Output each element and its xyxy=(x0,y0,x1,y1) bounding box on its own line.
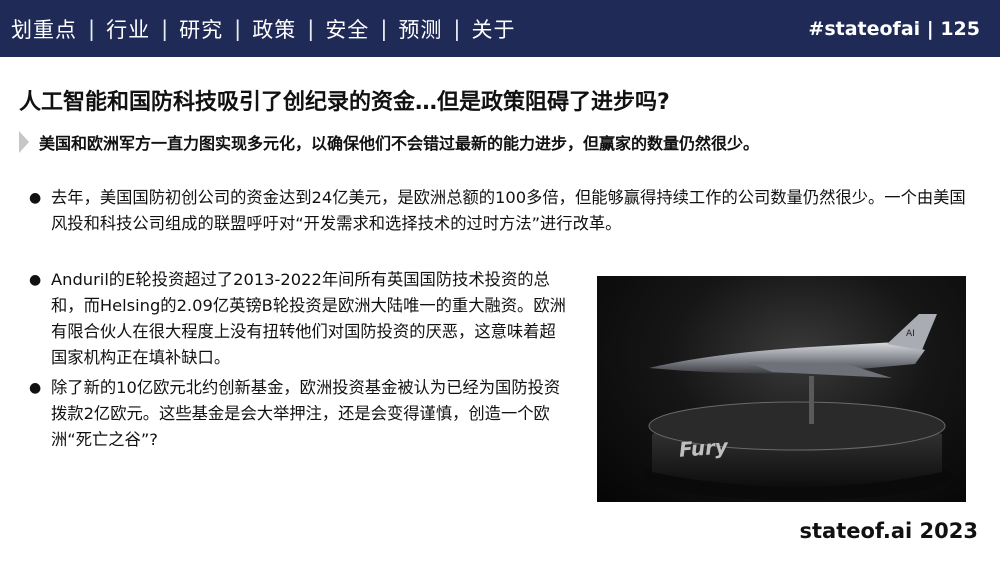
slide-subtitle: 美国和欧洲军方一直力图实现多元化，以确保他们不会错过最新的能力进步，但赢家的数量… xyxy=(39,134,760,153)
pedestal-caption: Fury xyxy=(678,434,729,462)
stand-pole xyxy=(809,376,814,424)
nav-item-policy[interactable]: 政策 xyxy=(252,14,296,44)
nav-separator: | xyxy=(88,16,96,41)
nav-item-industry[interactable]: 行业 xyxy=(106,14,150,44)
top-navigation-bar: 划重点 | 行业 | 研究 | 政策 | 安全 | 预测 | 关于 #state… xyxy=(0,0,1000,57)
bullet-dot-icon: ● xyxy=(29,380,42,396)
bullet-text: 除了新的10亿欧元北约创新基金，欧洲投资基金被认为已经为国防投资拨款2亿欧元。这… xyxy=(51,378,561,449)
bullet-paragraph: ● 去年，美国国防初创公司的资金达到24亿美元，是欧洲总额的100多倍，但能够赢… xyxy=(29,185,966,237)
subtitle-row: 美国和欧洲军方一直力图实现多元化，以确保他们不会错过最新的能力进步，但赢家的数量… xyxy=(19,128,759,156)
nav-separator: | xyxy=(307,16,315,41)
nav-item-about[interactable]: 关于 xyxy=(471,14,515,44)
bullet-paragraph: ● Anduril的E轮投资超过了2013-2022年间所有英国国防技术投资的总… xyxy=(29,267,571,371)
nav-separator: | xyxy=(161,16,169,41)
section-nav: 划重点 | 行业 | 研究 | 政策 | 安全 | 预测 | 关于 xyxy=(0,14,515,44)
drone-illustration: AI xyxy=(642,314,952,500)
slide-title: 人工智能和国防科技吸引了创纪录的资金…但是政策阻碍了进步吗? xyxy=(19,90,670,115)
nav-item-highlights[interactable]: 划重点 xyxy=(11,14,77,44)
nav-separator: | xyxy=(380,16,388,41)
nav-item-predictions[interactable]: 预测 xyxy=(398,14,442,44)
tail-mark: AI xyxy=(906,329,915,339)
footer-brand: stateof.ai 2023 xyxy=(799,519,978,543)
bullet-dot-icon: ● xyxy=(29,272,42,288)
bullet-text: 去年，美国国防初创公司的资金达到24亿美元，是欧洲总额的100多倍，但能够赢得持… xyxy=(51,188,966,233)
bullet-text: Anduril的E轮投资超过了2013-2022年间所有英国国防技术投资的总和，… xyxy=(51,270,566,367)
slide-tag: #stateofai | 125 xyxy=(808,17,980,40)
bullet-dot-icon: ● xyxy=(29,190,42,206)
drone-photo: AI Fury xyxy=(597,276,966,502)
bullet-paragraph: ● 除了新的10亿欧元北约创新基金，欧洲投资基金被认为已经为国防投资拨款2亿欧元… xyxy=(29,375,571,453)
nav-separator: | xyxy=(453,16,461,41)
nav-item-research[interactable]: 研究 xyxy=(179,14,223,44)
chevron-right-icon xyxy=(19,131,29,153)
nav-item-safety[interactable]: 安全 xyxy=(325,14,369,44)
nav-separator: | xyxy=(234,16,242,41)
